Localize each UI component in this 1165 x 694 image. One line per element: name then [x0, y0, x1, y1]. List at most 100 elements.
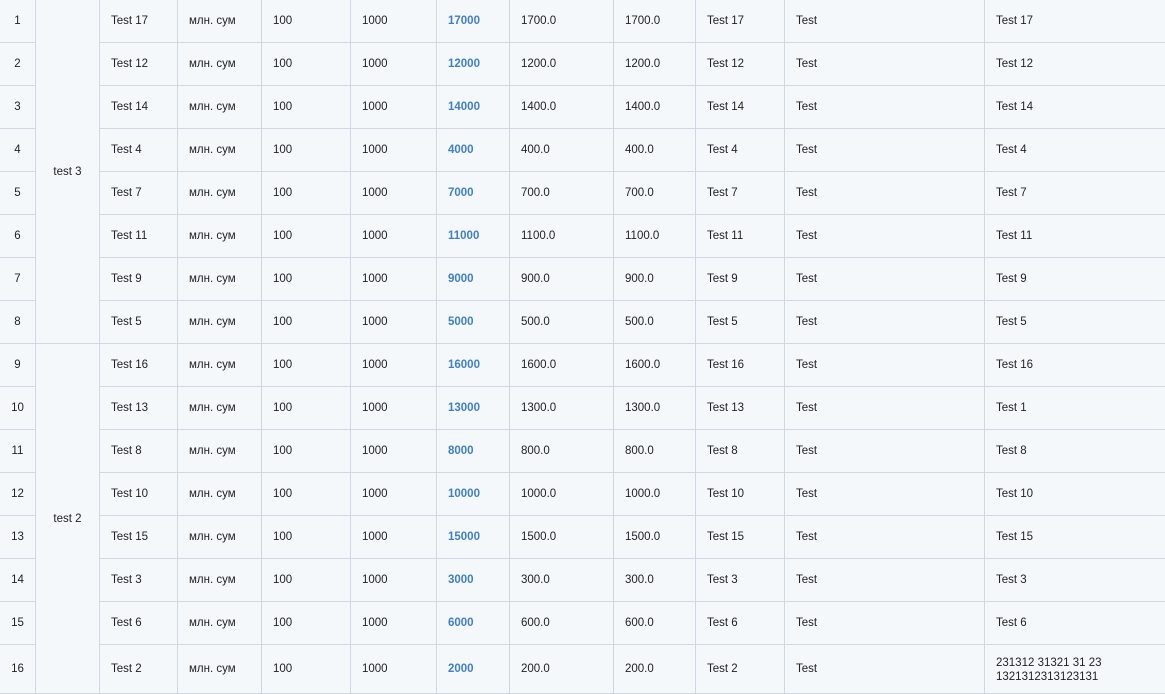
price-cell: 1000	[351, 516, 437, 559]
price-cell: 1000	[351, 344, 437, 387]
quantity-cell: 100	[262, 43, 351, 86]
amount-cell-2: 1200.0	[614, 43, 696, 86]
table-row: 15Test 6млн. сум10010006000600.0600.0Tes…	[0, 602, 1165, 645]
total-cell: 15000	[437, 516, 510, 559]
total-link[interactable]: 10000	[448, 488, 480, 500]
amount-cell-2: 1100.0	[614, 215, 696, 258]
total-link[interactable]: 2000	[448, 663, 474, 675]
amount-cell-2: 700.0	[614, 172, 696, 215]
item-name-cell: Test 15	[100, 516, 178, 559]
total-link[interactable]: 15000	[448, 531, 480, 543]
comment-cell: Test 6	[985, 602, 1165, 645]
note-cell: Test	[785, 86, 985, 129]
description-cell: Test 17	[696, 0, 785, 43]
table-row: 14Test 3млн. сум10010003000300.0300.0Tes…	[0, 559, 1165, 602]
description-cell: Test 10	[696, 473, 785, 516]
amount-cell: 600.0	[510, 602, 614, 645]
quantity-cell: 100	[262, 215, 351, 258]
amount-cell: 1200.0	[510, 43, 614, 86]
amount-cell-2: 1000.0	[614, 473, 696, 516]
total-link[interactable]: 7000	[448, 187, 474, 199]
description-cell: Test 14	[696, 86, 785, 129]
description-cell: Test 16	[696, 344, 785, 387]
total-cell: 6000	[437, 602, 510, 645]
item-name-cell: Test 8	[100, 430, 178, 473]
comment-cell: Test 7	[985, 172, 1165, 215]
quantity-cell: 100	[262, 473, 351, 516]
quantity-cell: 100	[262, 645, 351, 694]
table-row: 4Test 4млн. сум10010004000400.0400.0Test…	[0, 129, 1165, 172]
total-link[interactable]: 8000	[448, 445, 474, 457]
total-link[interactable]: 12000	[448, 58, 480, 70]
row-number: 8	[0, 301, 36, 344]
amount-cell-2: 300.0	[614, 559, 696, 602]
description-cell: Test 8	[696, 430, 785, 473]
amount-cell: 800.0	[510, 430, 614, 473]
unit-cell: млн. сум	[178, 301, 262, 344]
total-cell: 14000	[437, 86, 510, 129]
table-row: 7Test 9млн. сум10010009000900.0900.0Test…	[0, 258, 1165, 301]
total-link[interactable]: 4000	[448, 144, 474, 156]
table-body: 1test 3Test 17млн. сум1001000170001700.0…	[0, 0, 1165, 694]
unit-cell: млн. сум	[178, 0, 262, 43]
item-name-cell: Test 7	[100, 172, 178, 215]
note-cell: Test	[785, 473, 985, 516]
note-cell: Test	[785, 602, 985, 645]
total-link[interactable]: 5000	[448, 316, 474, 328]
price-cell: 1000	[351, 86, 437, 129]
total-cell: 7000	[437, 172, 510, 215]
table-row: 9test 2Test 16млн. сум1001000160001600.0…	[0, 344, 1165, 387]
comment-cell: 231312 31321 31 23 1321312313123131	[985, 645, 1165, 694]
unit-cell: млн. сум	[178, 344, 262, 387]
unit-cell: млн. сум	[178, 172, 262, 215]
amount-cell: 1300.0	[510, 387, 614, 430]
total-link[interactable]: 9000	[448, 273, 474, 285]
total-link[interactable]: 3000	[448, 574, 474, 586]
unit-cell: млн. сум	[178, 645, 262, 694]
table-row: 1test 3Test 17млн. сум1001000170001700.0…	[0, 0, 1165, 43]
total-link[interactable]: 16000	[448, 359, 480, 371]
row-number: 3	[0, 86, 36, 129]
comment-cell: Test 16	[985, 344, 1165, 387]
total-link[interactable]: 6000	[448, 617, 474, 629]
comment-cell: Test 15	[985, 516, 1165, 559]
total-link[interactable]: 14000	[448, 101, 480, 113]
amount-cell: 700.0	[510, 172, 614, 215]
comment-cell: Test 9	[985, 258, 1165, 301]
total-cell: 5000	[437, 301, 510, 344]
unit-cell: млн. сум	[178, 86, 262, 129]
unit-cell: млн. сум	[178, 602, 262, 645]
table-row: 2Test 12млн. сум1001000120001200.01200.0…	[0, 43, 1165, 86]
note-cell: Test	[785, 430, 985, 473]
table-row: 10Test 13млн. сум1001000130001300.01300.…	[0, 387, 1165, 430]
total-link[interactable]: 17000	[448, 15, 480, 27]
amount-cell: 200.0	[510, 645, 614, 694]
total-link[interactable]: 11000	[448, 230, 479, 242]
comment-cell: Test 17	[985, 0, 1165, 43]
amount-cell-2: 1700.0	[614, 0, 696, 43]
quantity-cell: 100	[262, 387, 351, 430]
unit-cell: млн. сум	[178, 473, 262, 516]
quantity-cell: 100	[262, 301, 351, 344]
price-cell: 1000	[351, 559, 437, 602]
row-number: 12	[0, 473, 36, 516]
description-cell: Test 2	[696, 645, 785, 694]
price-cell: 1000	[351, 215, 437, 258]
row-number: 16	[0, 645, 36, 694]
total-cell: 17000	[437, 0, 510, 43]
comment-cell: Test 5	[985, 301, 1165, 344]
amount-cell-2: 800.0	[614, 430, 696, 473]
total-cell: 10000	[437, 473, 510, 516]
quantity-cell: 100	[262, 129, 351, 172]
unit-cell: млн. сум	[178, 430, 262, 473]
amount-cell-2: 1400.0	[614, 86, 696, 129]
note-cell: Test	[785, 172, 985, 215]
comment-cell: Test 3	[985, 559, 1165, 602]
quantity-cell: 100	[262, 430, 351, 473]
table-row: 12Test 10млн. сум1001000100001000.01000.…	[0, 473, 1165, 516]
note-cell: Test	[785, 516, 985, 559]
price-cell: 1000	[351, 43, 437, 86]
item-name-cell: Test 5	[100, 301, 178, 344]
unit-cell: млн. сум	[178, 516, 262, 559]
total-link[interactable]: 13000	[448, 402, 480, 414]
